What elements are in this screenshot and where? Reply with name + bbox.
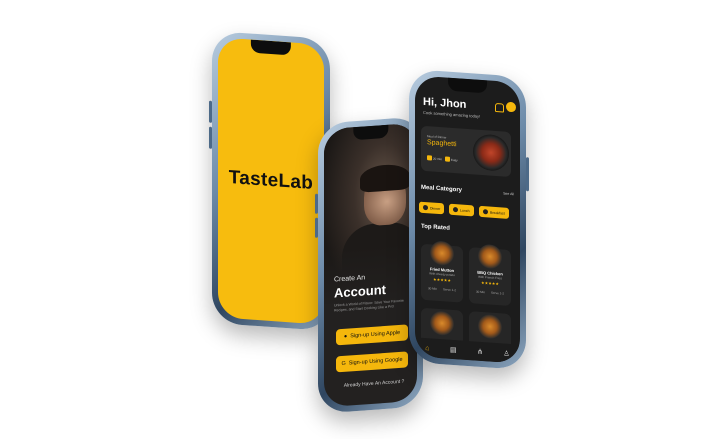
- notch: [447, 77, 488, 94]
- category-breakfast[interactable]: Breakfast: [479, 205, 509, 219]
- apple-icon: ●: [343, 333, 348, 340]
- recipes-icon[interactable]: ▤: [450, 346, 457, 354]
- power-button: [526, 157, 529, 192]
- recipe-meta: 30 Min Serve 1-2: [473, 289, 507, 296]
- home-screen: Hi, Jhon Cook something amazing today! M…: [415, 75, 520, 364]
- recipe-time: 30 Min: [427, 286, 437, 291]
- top-rated-title: Top Rated: [421, 223, 450, 232]
- avatar[interactable]: [506, 101, 516, 113]
- featured-title: Spaghetti: [427, 139, 457, 149]
- app-logo: TasteLab: [228, 167, 314, 194]
- recipe-serves: Serve 1-2: [490, 290, 504, 296]
- profile-icon[interactable]: ♙: [503, 350, 509, 358]
- phone-signup-mockup: Create An Account Unlock a World of Flav…: [315, 116, 423, 414]
- see-all-link[interactable]: See All: [503, 191, 514, 196]
- notch: [250, 39, 292, 56]
- difficulty-chip: Easy: [445, 155, 458, 163]
- volume-button: [315, 217, 318, 238]
- apple-signup-label: Sign-up Using Apple: [350, 329, 401, 340]
- lunch-icon: [453, 206, 458, 213]
- recipe-image: [478, 313, 502, 340]
- category-label: Lunch: [460, 207, 470, 213]
- volume-button: [209, 126, 212, 149]
- google-signup-label: Sign-up Using Google: [348, 356, 403, 367]
- login-link[interactable]: Already Have An Account ?: [332, 378, 416, 390]
- google-icon: G: [341, 360, 346, 368]
- splash-screen: TasteLab: [218, 37, 324, 325]
- recipe-card[interactable]: BBQ Chicken With French Fries ★★★★★ 30 M…: [469, 243, 511, 307]
- category-lunch[interactable]: Lunch: [449, 203, 474, 217]
- recipe-card[interactable]: [469, 311, 511, 345]
- recipe-time: 30 Min: [475, 289, 485, 295]
- phone-home-mockup: Hi, Jhon Cook something amazing today! M…: [409, 68, 529, 371]
- recipe-image: [478, 243, 502, 270]
- phone-splash-mockup: TasteLab: [209, 30, 330, 332]
- clock-icon: [427, 155, 432, 161]
- difficulty-value: Easy: [451, 157, 458, 162]
- recipe-image: [430, 240, 454, 267]
- recipe-card[interactable]: [421, 307, 463, 341]
- share-icon[interactable]: ⋔: [477, 348, 483, 356]
- greeting: Hi, Jhon: [423, 95, 467, 111]
- chef-hair: [360, 163, 410, 193]
- time-chip: 20 min: [427, 154, 442, 162]
- spaghetti-image: [473, 133, 509, 172]
- category-dinner[interactable]: Dinner: [419, 201, 445, 215]
- home-icon[interactable]: ⌂: [425, 345, 429, 352]
- google-signup-button[interactable]: G Sign-up Using Google: [336, 351, 408, 373]
- category-label: Breakfast: [490, 210, 505, 216]
- recipe-image: [430, 310, 454, 337]
- bell-icon[interactable]: [495, 102, 504, 113]
- volume-button: [315, 193, 318, 214]
- level-icon: [445, 156, 450, 162]
- time-value: 20 min: [433, 156, 443, 161]
- featured-meal-card[interactable]: Meal of Dinner Spaghetti 20 min Easy: [421, 125, 511, 178]
- volume-button: [209, 100, 212, 123]
- signup-screen: Create An Account Unlock a World of Flav…: [324, 122, 417, 408]
- recipe-card[interactable]: Fried Mutton With cheesy potato ★★★★★ 30…: [421, 240, 463, 303]
- breakfast-icon: [483, 209, 488, 215]
- apple-signup-button[interactable]: ● Sign-up Using Apple: [336, 324, 408, 346]
- recipe-meta: 30 Min Serve 1-2: [425, 286, 459, 292]
- dinner-icon: [423, 204, 428, 211]
- meal-category-title: Meal Category: [421, 184, 463, 194]
- greeting-subtitle: Cook something amazing today!: [423, 109, 481, 119]
- recipe-serves: Serve 1-2: [442, 287, 456, 293]
- category-label: Dinner: [430, 205, 441, 211]
